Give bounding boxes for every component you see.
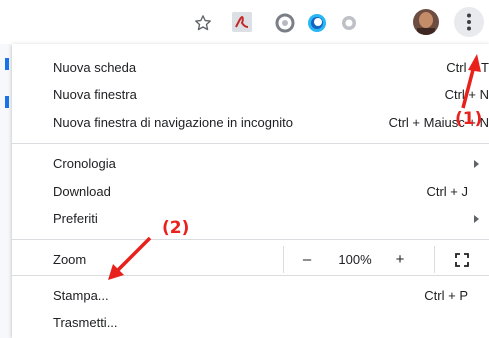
- menu-item-new-incognito-window[interactable]: Nuova finestra di navigazione in incogni…: [12, 111, 489, 135]
- menu-item-label: Nuova finestra di navigazione in incogni…: [53, 115, 293, 130]
- zoom-level: 100%: [338, 252, 372, 267]
- menu-item-label: Preferiti: [53, 211, 98, 226]
- menu-item-new-tab[interactable]: Nuova scheda Ctrl + T: [12, 56, 489, 80]
- menu-item-downloads[interactable]: Download Ctrl + J: [12, 180, 489, 204]
- menu-item-label: Nuova scheda: [53, 60, 137, 75]
- fullscreen-icon: [455, 253, 469, 267]
- menu-separator: [12, 275, 489, 276]
- annotation-step-2: (2): [162, 218, 190, 238]
- extension-icon[interactable]: [274, 12, 296, 34]
- page-link-marker: [5, 58, 9, 70]
- fullscreen-button[interactable]: [434, 246, 489, 273]
- pdf-extension-icon[interactable]: [232, 12, 254, 34]
- chrome-main-menu: Nuova scheda Ctrl + T Nuova finestra Ctr…: [12, 44, 489, 338]
- menu-item-shortcut: Ctrl + T: [446, 60, 489, 75]
- zoom-label: Zoom: [53, 252, 87, 267]
- menu-item-bookmarks[interactable]: Preferiti: [12, 207, 489, 231]
- extension-icon[interactable]: [306, 12, 328, 34]
- menu-separator: [12, 239, 489, 240]
- annotation-step-1: (1): [455, 109, 483, 129]
- menu-item-new-window[interactable]: Nuova finestra Ctrl + N: [12, 83, 489, 107]
- extension-icon[interactable]: [338, 12, 360, 34]
- menu-item-label: Stampa...: [53, 288, 109, 303]
- menu-separator: [12, 143, 489, 144]
- menu-item-print[interactable]: Stampa... Ctrl + P: [12, 284, 489, 308]
- menu-zoom-row: Zoom – 100% +: [12, 246, 489, 273]
- menu-item-history[interactable]: Cronologia: [12, 152, 489, 176]
- avatar[interactable]: [413, 9, 439, 35]
- zoom-controls: – 100% +: [283, 246, 489, 273]
- submenu-arrow-icon: [474, 215, 479, 223]
- three-dots-menu-icon[interactable]: [454, 7, 484, 37]
- zoom-in-button[interactable]: +: [389, 246, 411, 273]
- menu-item-label: Cronologia: [53, 156, 116, 171]
- menu-item-shortcut: Ctrl + N: [444, 87, 489, 102]
- menu-item-label: Download: [53, 184, 111, 199]
- zoom-out-button[interactable]: –: [296, 246, 318, 273]
- menu-item-label: Nuova finestra: [53, 87, 137, 102]
- menu-item-shortcut: Ctrl + J: [426, 184, 468, 199]
- menu-item-shortcut: Ctrl + P: [424, 288, 468, 303]
- menu-item-label: Trasmetti...: [53, 315, 118, 330]
- page-link-marker: [5, 96, 9, 108]
- submenu-arrow-icon: [474, 160, 479, 168]
- star-icon[interactable]: [194, 14, 216, 36]
- browser-toolbar: [0, 0, 489, 44]
- menu-item-cast[interactable]: Trasmetti...: [12, 311, 489, 335]
